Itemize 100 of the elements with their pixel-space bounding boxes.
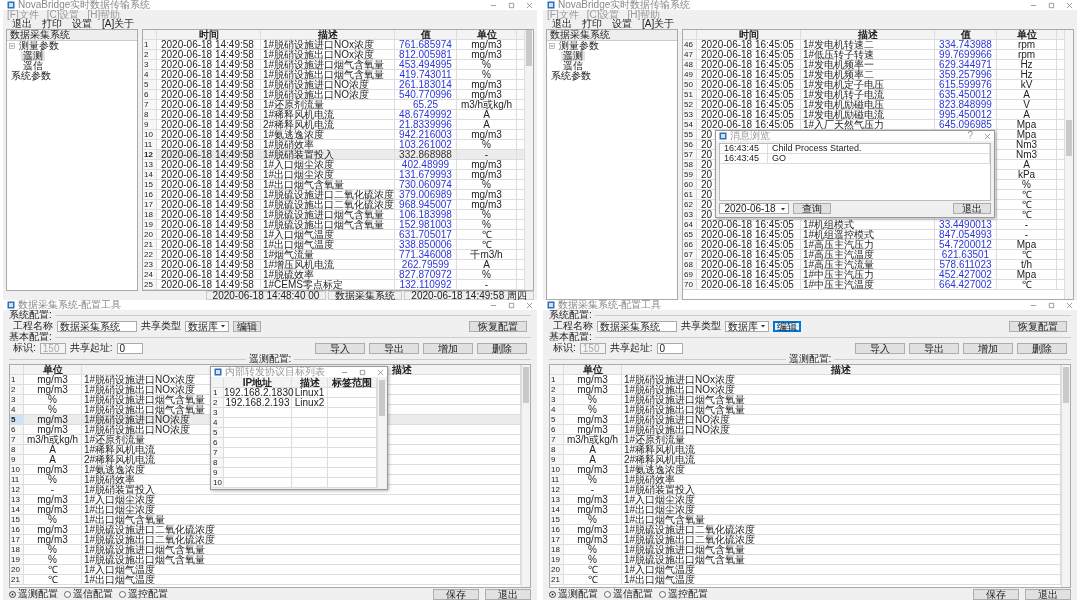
row-number: 9: [10, 455, 24, 464]
table-cell: 2020-06-18 16:45:05: [697, 60, 801, 69]
table-cell: 2020-06-18 14:49:58: [157, 60, 261, 69]
row-number: 7: [10, 435, 24, 444]
table-cell: 1#入厂天然气压力: [801, 120, 935, 129]
row-number: 68: [683, 260, 697, 269]
row-number: 7: [550, 435, 564, 444]
row-number: 3: [143, 60, 157, 69]
table-cell: 2020-06-18 14:49:58: [157, 90, 261, 99]
table-cell: 2020-06-18 14:49:58: [157, 150, 261, 159]
row-number: 19: [10, 555, 24, 564]
table-cell: -: [997, 230, 1057, 239]
table-cell: 2020-06-18 16:45:05: [697, 100, 801, 109]
table-cell: 2020-06-18 14:49:58: [157, 200, 261, 209]
row-number: 48: [683, 60, 697, 69]
row-number: 51: [683, 90, 697, 99]
row-number: 8: [212, 458, 224, 467]
table-cell: 1#稀释风机电流: [261, 110, 395, 119]
row-number: 23: [143, 260, 157, 269]
table-cell: ℃: [564, 575, 622, 584]
table-cell: 1#入口烟气温度: [261, 230, 395, 239]
table-cell: 2020-06-18 14:49:58: [157, 270, 261, 279]
table-cell: 2020-06-18 16:45:05: [697, 90, 801, 99]
table-cell: 635.450012: [935, 90, 997, 99]
table-cell: %: [457, 70, 517, 79]
table-cell: A: [457, 120, 517, 129]
table-cell: 2020-06-18 14:49:58: [157, 260, 261, 269]
table-cell: 261.183014: [395, 80, 457, 89]
table-cell: Hz: [997, 60, 1057, 69]
table-cell: 629.344971: [935, 60, 997, 69]
table-cell: A: [997, 110, 1057, 119]
row-number: 16: [550, 525, 564, 534]
table-cell: Nm3: [997, 140, 1057, 149]
table-cell: 1#脱硝设施出口NOx浓度: [261, 50, 395, 59]
table-cell: ℃: [997, 190, 1057, 199]
table-cell: 540.770996: [395, 90, 457, 99]
row-number: 53: [683, 110, 697, 119]
table-cell: 1#高压主汽流量: [801, 260, 935, 269]
row-number: 4: [10, 405, 24, 414]
row-number: 10: [550, 465, 564, 474]
row-number: 17: [143, 200, 157, 209]
row-number: 14: [10, 505, 24, 514]
table-cell: %: [457, 210, 517, 219]
row-number: 55: [683, 130, 697, 139]
row-number: 24: [143, 270, 157, 279]
row-number: 12: [143, 150, 157, 159]
table-cell: Linux2: [292, 398, 328, 407]
table-cell: 338.850006: [395, 240, 457, 249]
row-number: 66: [683, 240, 697, 249]
table-cell: %: [24, 475, 82, 484]
row-number: 64: [683, 220, 697, 229]
table-cell: %: [457, 140, 517, 149]
group-label: 系统配置:: [9, 310, 52, 320]
table-cell: 1#脱硝效率: [261, 140, 395, 149]
table-cell: 2020-06-18 16:45:05: [697, 40, 801, 49]
row-number: 6: [550, 425, 564, 434]
table-cell: 1#发电机转速二: [801, 40, 935, 49]
log-time: 16:43:45: [720, 144, 768, 153]
row-number: 1: [10, 375, 24, 384]
table-cell: %: [24, 515, 82, 524]
table-cell: m3/h或kg/h: [24, 435, 82, 444]
table-cell: 99.7699966: [935, 50, 997, 59]
log-message: GO: [768, 154, 990, 163]
table-cell: 1#脱硫设施出口二氧化硫浓度: [261, 200, 395, 209]
table-cell: 452.427002: [935, 270, 997, 279]
row-number: 11: [143, 140, 157, 149]
row-number: 19: [550, 555, 564, 564]
row-number: 21: [143, 240, 157, 249]
table-cell: 2020-06-18 16:45:05: [697, 220, 801, 229]
table-cell: %: [564, 555, 622, 564]
table-cell: 1#高压主汽温度: [801, 250, 935, 259]
table-cell: ℃: [997, 210, 1057, 219]
row-number: 7: [212, 448, 224, 457]
table-cell: A: [997, 90, 1057, 99]
table-cell: 2020-06-18 16:45:05: [697, 280, 801, 289]
row-number: 58: [683, 160, 697, 169]
table-cell: %: [564, 405, 622, 414]
table-cell: mg/m3: [564, 425, 622, 434]
table-cell: 1#增压风机电流: [261, 260, 395, 269]
table-cell: 621.63501: [935, 250, 997, 259]
row-number: 4: [550, 405, 564, 414]
table-cell: 262.79599: [395, 260, 457, 269]
table-cell: %: [24, 395, 82, 404]
table-cell: 827.870972: [395, 270, 457, 279]
table-cell: 631.705017: [395, 230, 457, 239]
row-number: 52: [683, 100, 697, 109]
table-cell: 1#发电机转子电流: [801, 90, 935, 99]
table-cell: %: [564, 515, 622, 524]
row-number: 14: [143, 170, 157, 179]
table-cell: %: [24, 405, 82, 414]
row-number: 17: [550, 535, 564, 544]
table-cell: ℃: [997, 280, 1057, 289]
row-number: 1: [143, 40, 157, 49]
table-cell: 2020-06-18 14:49:58: [157, 70, 261, 79]
table-cell: 132.110992: [395, 280, 457, 289]
row-number: 13: [143, 160, 157, 169]
table-cell: 664.427002: [935, 280, 997, 289]
table-cell: Nm3: [997, 150, 1057, 159]
row-number: 9: [550, 455, 564, 464]
field-label: 标识:: [553, 343, 576, 353]
